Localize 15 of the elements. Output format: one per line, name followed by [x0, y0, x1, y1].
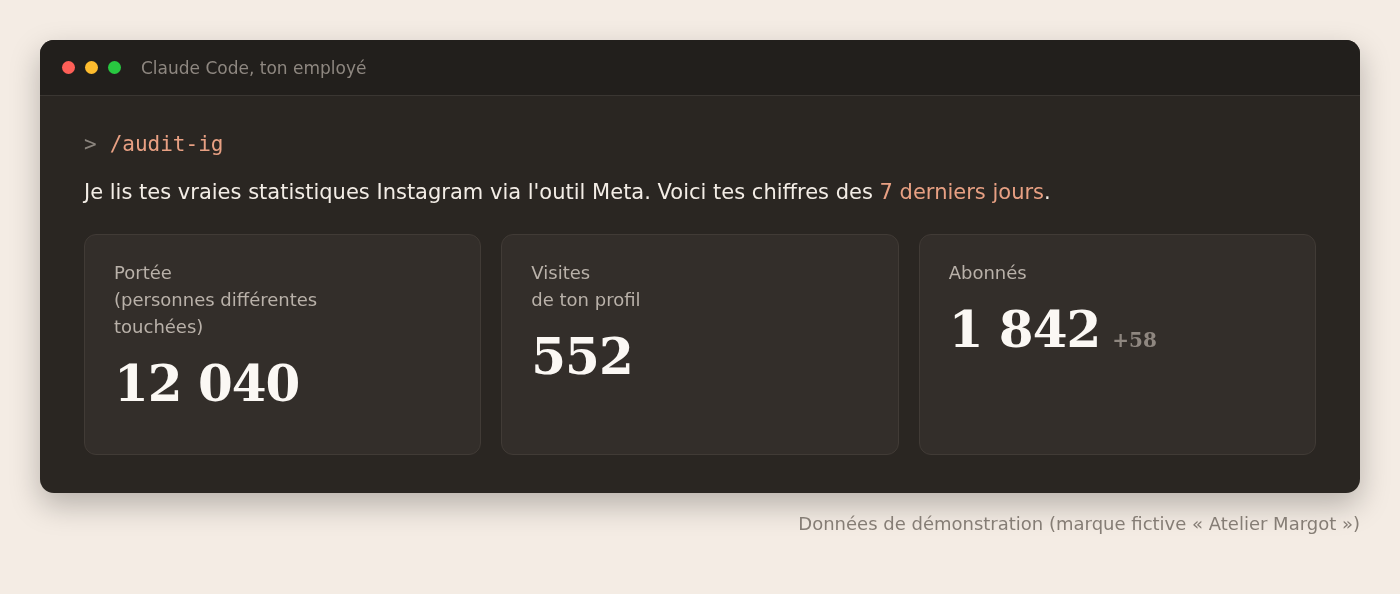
minimize-button[interactable] — [85, 61, 98, 74]
stat-value: 552 — [531, 327, 633, 386]
message-text: Je lis tes vraies statistiques Instagram via l'outil Meta. Voici tes chiffres des 7 derniers jours. — [84, 180, 1052, 204]
stat-label: Abonnés — [948, 261, 1028, 285]
window-title: Claude Code, ton employé — [141, 57, 367, 78]
stat-change: +58 — [1112, 328, 1157, 352]
stat-value: 12 040 — [114, 354, 300, 413]
prompt-symbol: > — [84, 132, 97, 156]
stat-label: Portée (personnes différentes touchées) — [114, 261, 319, 339]
stat-value: 1 842 — [948, 300, 1101, 359]
stat-label: Visites de ton profil — [531, 261, 642, 312]
command-text: /audit-ig — [109, 132, 224, 156]
footnote-text: Données de démonstration (marque fictive « Atelier Margot ») — [797, 513, 1360, 534]
maximize-button[interactable] — [108, 61, 121, 74]
close-button[interactable] — [62, 61, 75, 74]
